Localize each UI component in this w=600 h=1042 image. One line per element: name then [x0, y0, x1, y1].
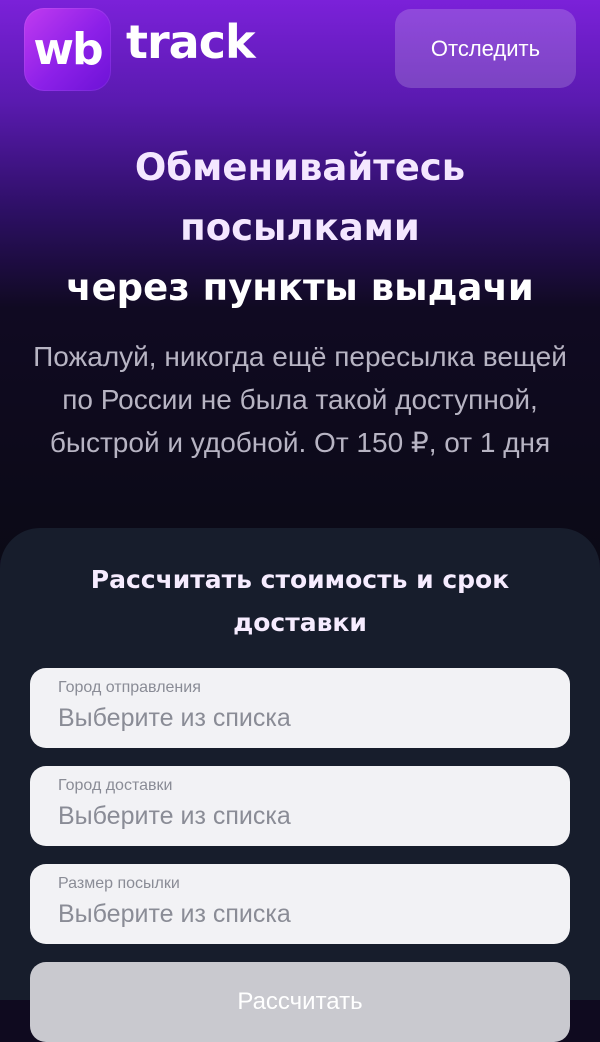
departure-city-value: Выберите из списка — [58, 704, 291, 732]
delivery-city-value: Выберите из списка — [58, 802, 291, 830]
track-button[interactable]: Отследить — [395, 9, 576, 88]
title-line-1: Обменивайтесь — [134, 146, 466, 189]
departure-city-label: Город отправления — [58, 679, 201, 696]
logo-track-text: track — [126, 15, 256, 69]
parcel-size-label: Размер посылки — [58, 875, 180, 892]
title-line-2: посылками — [180, 206, 420, 249]
calculate-button[interactable]: Рассчитать — [30, 962, 570, 1042]
calculator-title: Рассчитать стоимость и срок доставки — [90, 565, 510, 637]
logo-wb-text: wb — [33, 23, 103, 75]
delivery-city-label: Город доставки — [58, 777, 173, 794]
parcel-size-value: Выберите из списка — [58, 900, 291, 928]
wb-logo[interactable]: wb — [24, 8, 111, 91]
parcel-size-select[interactable]: Размер посылки Выберите из списка — [30, 864, 570, 944]
hero-subtitle: Пожалуй, никогда ещё пересылка вещей по … — [33, 341, 567, 458]
title-line-3: через пункты выдачи — [66, 266, 534, 309]
page-title: Обменивайтесь посылками через пункты выд… — [0, 138, 600, 318]
header: wb track Отследить — [0, 0, 600, 100]
departure-city-select[interactable]: Город отправления Выберите из списка — [30, 668, 570, 748]
delivery-city-select[interactable]: Город доставки Выберите из списка — [30, 766, 570, 846]
